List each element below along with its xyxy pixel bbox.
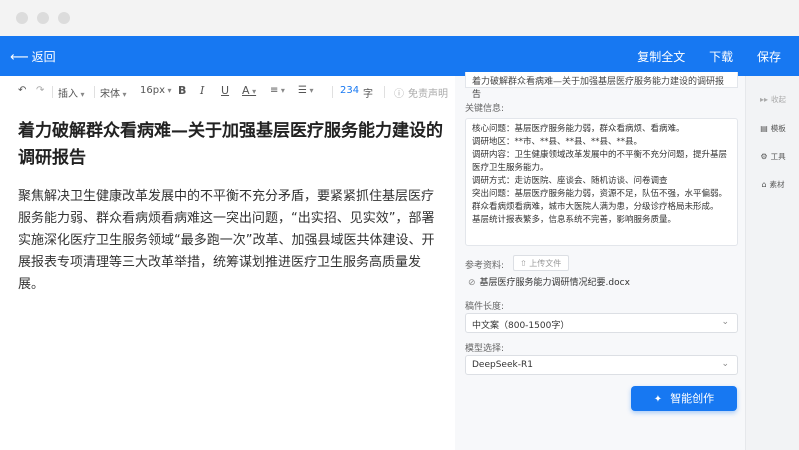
smart-create-button[interactable]: ✦ 智能创作 bbox=[631, 386, 737, 411]
sidebar-item-template[interactable]: ▤ 模板 bbox=[746, 123, 799, 134]
file-name: 基层医疗服务能力调研情况纪要.docx bbox=[479, 278, 630, 288]
key-info-line: 群众看病烦看病难，城市大医院人满为患，分级诊疗格局未形成。 bbox=[472, 202, 719, 212]
creation-panel: 着力破解群众看病难—关于加强基层医疗服务能力建设的调研报告 关键信息: 核心问题… bbox=[455, 72, 745, 450]
toolbar-divider bbox=[384, 86, 385, 98]
toolbar-divider bbox=[52, 86, 53, 98]
upload-file-button[interactable]: ⇧ 上传文件 bbox=[513, 255, 569, 271]
word-count: 234 bbox=[340, 85, 360, 96]
magic-wand-icon: ✦ bbox=[653, 394, 663, 405]
key-info-line: 医疗卫生服务能力。 bbox=[472, 163, 549, 173]
key-info-line: 调研方式：走访医院、座谈会、随机访谈、问卷调查 bbox=[472, 176, 668, 186]
key-info-line: 核心问题：基层医疗服务能力弱，群众看病烦、看病难。 bbox=[472, 124, 685, 134]
list-dropdown[interactable]: ☰ bbox=[298, 85, 314, 96]
key-info-line: 基层统计报表繁多，信息系统不完善，影响服务质量。 bbox=[472, 215, 677, 225]
window-maximize-dot[interactable] bbox=[58, 12, 70, 24]
redo-icon[interactable]: ↷ bbox=[36, 85, 44, 96]
sidebar-label: 模板 bbox=[770, 124, 786, 133]
back-label: 返回 bbox=[31, 50, 56, 64]
key-info-line: 调研内容：卫生健康领域改革发展中的不平衡不充分问题，提升基层 bbox=[472, 150, 728, 160]
smart-create-label: 智能创作 bbox=[670, 392, 715, 405]
gear-icon: ⚙ bbox=[760, 152, 768, 161]
key-info-textarea[interactable]: 核心问题：基层医疗服务能力弱，群众看病烦、看病难。 调研地区：**市、**县、*… bbox=[465, 118, 738, 246]
attached-file[interactable]: ⊘ 基层医疗服务能力调研情况纪要.docx bbox=[468, 275, 630, 288]
underline-button[interactable]: U bbox=[221, 84, 229, 97]
arrow-left-icon: ⟵ bbox=[10, 50, 29, 65]
back-button[interactable]: ⟵ 返回 bbox=[10, 48, 56, 65]
paperclip-icon: ⊘ bbox=[468, 278, 476, 288]
model-value: DeepSeek-R1 bbox=[472, 360, 533, 370]
app-header: ⟵ 返回 复制全文 下载 保存 bbox=[0, 36, 799, 76]
key-info-line: 调研地区：**市、**县、**县、**县、**县。 bbox=[472, 137, 643, 147]
font-color-button[interactable]: A bbox=[242, 84, 256, 97]
window-titlebar bbox=[0, 0, 799, 36]
bold-button[interactable]: B bbox=[178, 84, 186, 97]
key-info-line: 突出问题：基层医疗服务能力弱，资源不足，队伍不强，水平偏弱。 bbox=[472, 189, 728, 199]
toolbar-divider bbox=[332, 86, 333, 98]
right-sidebar: ▸▸ 收起 ▤ 模板 ⚙ 工具 ⌂ 素材 bbox=[745, 76, 799, 450]
sidebar-label: 收起 bbox=[771, 95, 787, 104]
font-family-dropdown[interactable]: 宋体 bbox=[100, 85, 127, 100]
toolbar-divider bbox=[94, 86, 95, 98]
list-icon: ☰ bbox=[298, 85, 307, 96]
chevron-down-icon: ⌄ bbox=[721, 359, 729, 369]
insert-dropdown[interactable]: 插入 bbox=[58, 85, 85, 100]
undo-icon[interactable]: ↶ bbox=[18, 85, 26, 96]
editor-area: ↶ ↷ 插入 宋体 16px B I U A ≡ ☰ 234 字 ⓘ 免责声明 … bbox=[0, 76, 455, 450]
title-field[interactable]: 着力破解群众看病难—关于加强基层医疗服务能力建设的调研报告 bbox=[465, 72, 738, 100]
key-info-label: 关键信息: bbox=[465, 104, 505, 114]
header-actions: 复制全文 下载 保存 bbox=[617, 48, 781, 65]
length-value: 中文案（800-1500字） bbox=[472, 321, 570, 331]
reference-label: 参考资料: bbox=[465, 261, 505, 271]
disclaimer-link[interactable]: 免责声明 bbox=[408, 85, 448, 100]
sidebar-label: 工具 bbox=[770, 152, 786, 161]
editor-toolbar: ↶ ↷ 插入 宋体 16px B I U A ≡ ☰ 234 字 ⓘ 免责声明 bbox=[18, 83, 458, 101]
sidebar-label: 素材 bbox=[769, 180, 785, 189]
chevron-down-icon: ⌄ bbox=[721, 317, 729, 327]
font-size-dropdown[interactable]: 16px bbox=[140, 85, 172, 96]
align-dropdown[interactable]: ≡ bbox=[270, 85, 285, 96]
model-label: 模型选择: bbox=[465, 344, 505, 354]
align-icon: ≡ bbox=[270, 85, 279, 96]
length-select[interactable]: 中文案（800-1500字） ⌄ bbox=[465, 313, 738, 333]
download-button[interactable]: 下载 bbox=[709, 50, 733, 64]
length-label: 稿件长度: bbox=[465, 302, 505, 312]
info-icon: ⓘ bbox=[394, 89, 404, 100]
copy-all-button[interactable]: 复制全文 bbox=[637, 50, 685, 64]
window-close-dot[interactable] bbox=[16, 12, 28, 24]
collapse-icon: ▸▸ bbox=[759, 95, 769, 104]
document-title[interactable]: 着力破解群众看病难—关于加强基层医疗服务能力建设的调研报告 bbox=[18, 118, 443, 172]
upload-icon: ⇧ bbox=[520, 259, 527, 268]
sidebar-item-material[interactable]: ⌂ 素材 bbox=[746, 179, 799, 190]
save-button[interactable]: 保存 bbox=[757, 50, 781, 64]
upload-label: 上传文件 bbox=[529, 259, 562, 268]
document-body[interactable]: 聚焦解决卫生健康改革发展中的不平衡不充分矛盾，要紧紧抓住基层医疗服务能力弱、群众… bbox=[18, 186, 438, 296]
template-icon: ▤ bbox=[760, 124, 768, 133]
sidebar-item-collapse[interactable]: ▸▸ 收起 bbox=[746, 94, 799, 105]
italic-button[interactable]: I bbox=[200, 84, 204, 97]
sidebar-item-tools[interactable]: ⚙ 工具 bbox=[746, 151, 799, 162]
window-minimize-dot[interactable] bbox=[37, 12, 49, 24]
model-select[interactable]: DeepSeek-R1 ⌄ bbox=[465, 355, 738, 375]
word-count-unit: 字 bbox=[363, 89, 373, 100]
material-icon: ⌂ bbox=[761, 180, 767, 189]
